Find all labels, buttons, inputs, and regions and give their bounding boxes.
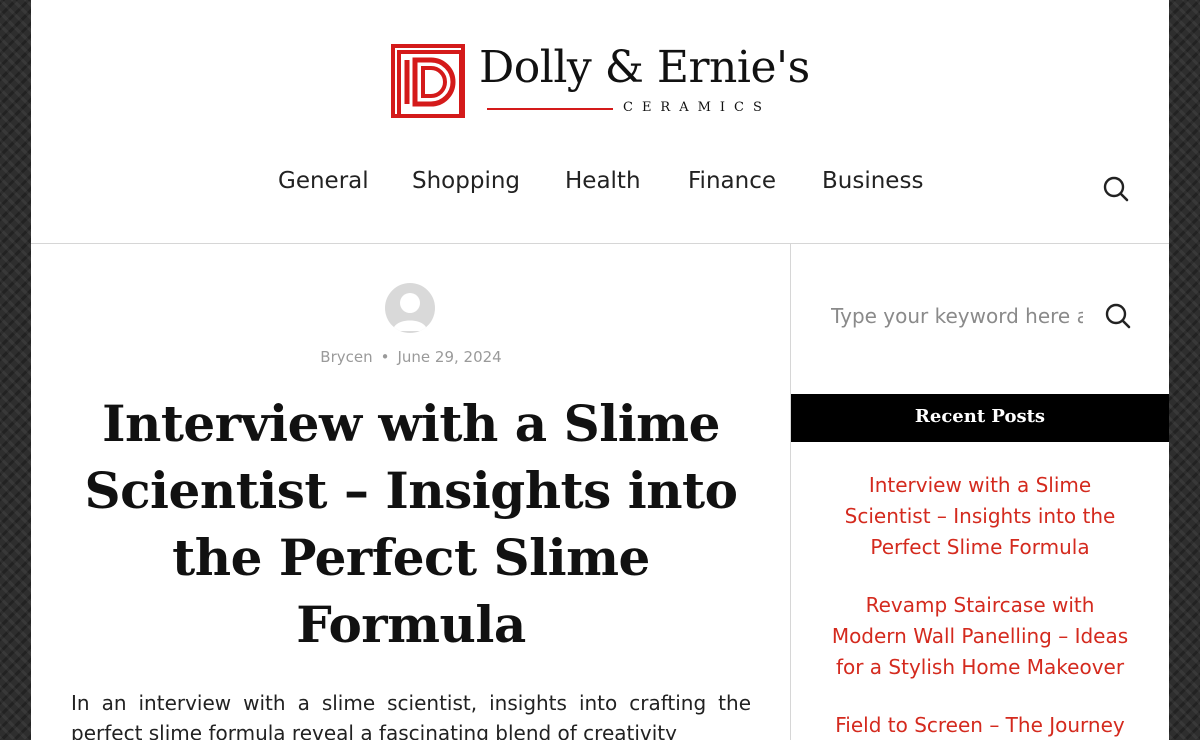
header-divider [31,243,1169,244]
brand-divider [487,108,613,110]
post-title[interactable]: Interview with a Slime Scientist – Insig… [71,390,751,658]
meta-separator: • [380,348,390,366]
site-logo[interactable]: Dolly & Ernie's CERAMICS [391,40,811,124]
nav-item-shopping[interactable]: Shopping [412,168,520,194]
page: Dolly & Ernie's CERAMICS General Shoppin… [31,0,1169,740]
post-author[interactable]: Brycen [320,348,372,366]
recent-posts-heading: Recent Posts [791,394,1169,442]
user-avatar-icon [393,293,427,331]
recent-post-link[interactable]: Interview with a Slime Scientist – Insig… [826,470,1134,563]
brand-tagline: CERAMICS [623,100,771,115]
main-nav: General Shopping Health Finance Business [31,168,1169,204]
logo-mark-icon [391,44,465,118]
nav-item-health[interactable]: Health [565,168,641,194]
nav-item-business[interactable]: Business [822,168,923,194]
search-input[interactable] [831,296,1083,336]
post-meta: Brycen • June 29, 2024 [31,348,791,366]
search-icon[interactable] [1102,175,1130,203]
post-date[interactable]: June 29, 2024 [397,348,501,366]
nav-item-finance[interactable]: Finance [688,168,776,194]
sidebar-divider [790,244,791,740]
nav-item-general[interactable]: General [278,168,369,194]
author-avatar[interactable] [385,283,435,333]
recent-post-link[interactable]: Revamp Staircase with Modern Wall Panell… [826,590,1134,683]
brand-name: Dolly & Ernie's [479,42,810,93]
search-icon[interactable] [1104,302,1132,330]
post-excerpt: In an interview with a slime scientist, … [71,691,751,740]
recent-posts-list: Interview with a Slime Scientist – Insig… [826,470,1134,740]
sidebar-search [831,296,1131,338]
recent-post-link[interactable]: Field to Screen – The Journey [826,710,1134,740]
